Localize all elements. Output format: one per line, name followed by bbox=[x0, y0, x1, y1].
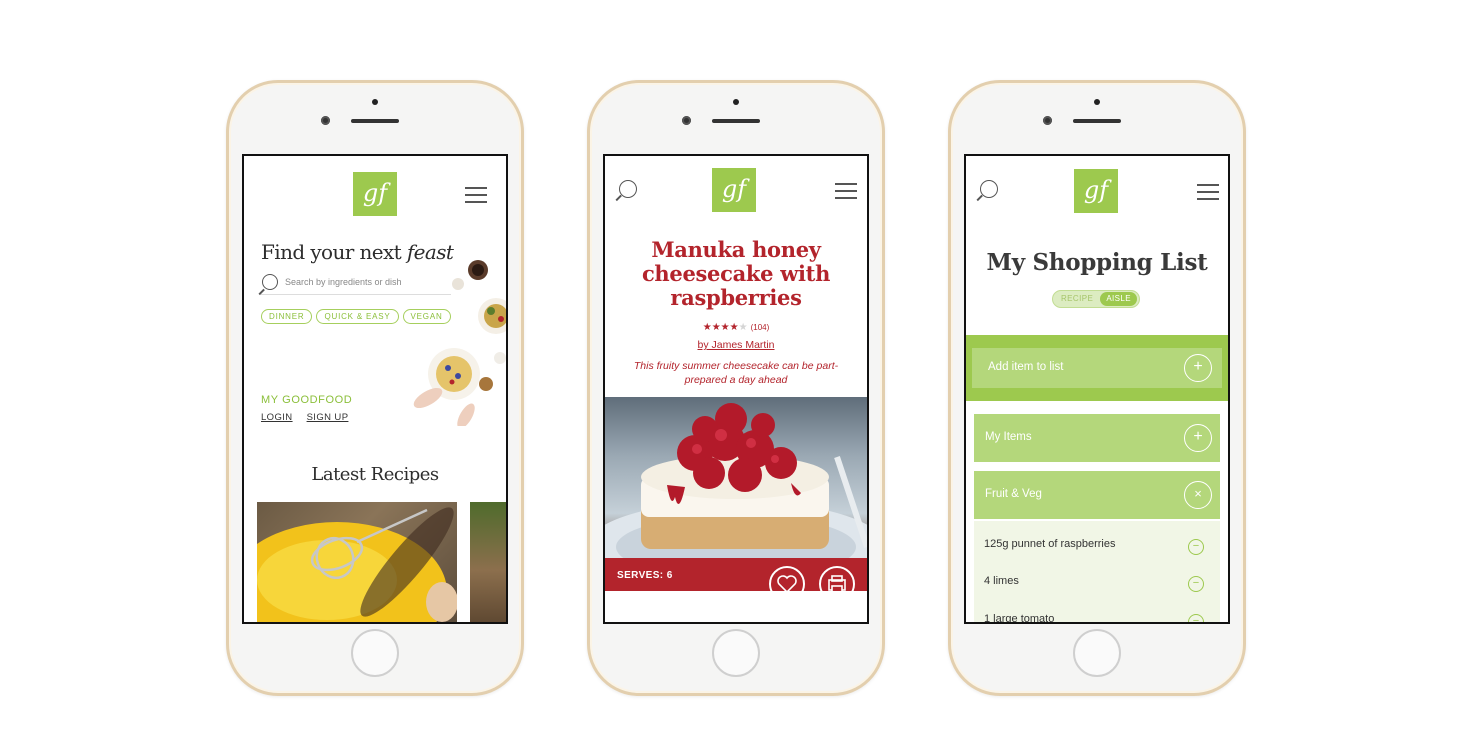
recipe-screen: gf Manuka honey cheesecake with raspberr… bbox=[603, 154, 869, 624]
shopping-list-screen: gf My Shopping List RECIPE AISLE Add ite… bbox=[964, 154, 1230, 624]
view-toggle[interactable]: RECIPE AISLE bbox=[1052, 290, 1140, 308]
hamburger-menu-icon[interactable] bbox=[465, 187, 487, 203]
hamburger-menu-icon[interactable] bbox=[1197, 184, 1219, 200]
remove-item-icon[interactable]: − bbox=[1188, 576, 1204, 592]
section-my-items[interactable]: My Items + bbox=[974, 414, 1220, 462]
search-icon[interactable] bbox=[619, 180, 637, 198]
toggle-recipe[interactable]: RECIPE bbox=[1061, 294, 1093, 303]
plus-icon[interactable]: + bbox=[1184, 424, 1212, 452]
recipe-description: This fruity summer cheesecake can be par… bbox=[633, 360, 839, 386]
tag-dinner[interactable]: DINNER bbox=[261, 309, 313, 324]
star-icon: ★ bbox=[711, 322, 721, 333]
search-icon[interactable] bbox=[980, 180, 998, 198]
recipe-rating: ★★★★★ (104) bbox=[605, 322, 867, 333]
tag-quick-easy[interactable]: QUICK & EASY bbox=[316, 309, 399, 324]
rating-count: (104) bbox=[750, 323, 770, 332]
fruit-veg-items bbox=[974, 521, 1220, 622]
remove-item-icon[interactable]: − bbox=[1188, 614, 1204, 622]
close-icon[interactable]: × bbox=[1184, 481, 1212, 509]
save-favourite-button[interactable] bbox=[769, 566, 805, 591]
serves-label: SERVES: 6 bbox=[617, 570, 673, 581]
front-camera bbox=[682, 116, 691, 125]
latest-recipes-heading: Latest Recipes bbox=[311, 464, 439, 485]
speaker-grille bbox=[351, 119, 399, 123]
section-my-items-label: My Items bbox=[985, 431, 1032, 443]
home-screen: gf Find your next feast Search by ingred… bbox=[242, 154, 508, 624]
food-table-image bbox=[413, 260, 506, 426]
star-icon: ★ bbox=[720, 322, 730, 333]
my-goodfood-heading: MY GOODFOOD bbox=[261, 394, 353, 406]
front-camera bbox=[321, 116, 330, 125]
list-item: 1 large tomato bbox=[984, 613, 1055, 624]
auth-links: LOGIN SIGN UP bbox=[261, 412, 362, 423]
front-camera bbox=[1043, 116, 1052, 125]
gf-logo[interactable]: gf bbox=[1074, 169, 1118, 213]
signup-link[interactable]: SIGN UP bbox=[307, 412, 349, 423]
speaker-grille bbox=[1073, 119, 1121, 123]
list-item: 125g punnet of raspberries bbox=[984, 538, 1116, 550]
recipe-title: Manuka honey cheesecake with raspberries bbox=[641, 237, 831, 310]
section-fruit-veg[interactable]: Fruit & Veg × bbox=[974, 471, 1220, 519]
author-link[interactable]: by James Martin bbox=[605, 339, 867, 351]
add-item-band: Add item to list + bbox=[966, 335, 1228, 401]
camera-dot bbox=[733, 99, 739, 105]
star-empty-icon: ★ bbox=[738, 322, 748, 333]
speaker-grille bbox=[712, 119, 760, 123]
shopping-list-title: My Shopping List bbox=[986, 249, 1208, 276]
printer-icon bbox=[828, 575, 846, 591]
hamburger-menu-icon[interactable] bbox=[835, 183, 857, 199]
plus-icon[interactable]: + bbox=[1184, 354, 1212, 382]
star-icon: ★ bbox=[702, 322, 712, 333]
gf-logo[interactable]: gf bbox=[712, 168, 756, 212]
search-icon bbox=[262, 274, 278, 290]
toggle-aisle[interactable]: AISLE bbox=[1100, 292, 1137, 306]
heart-icon bbox=[777, 575, 797, 591]
camera-dot bbox=[1094, 99, 1100, 105]
phone-home: gf Find your next feast Search by ingred… bbox=[226, 80, 524, 696]
search-placeholder: Search by ingredients or dish bbox=[285, 277, 402, 287]
phone-shopping-list: gf My Shopping List RECIPE AISLE Add ite… bbox=[948, 80, 1246, 696]
whisk-eggs-image bbox=[257, 507, 457, 622]
add-item-label: Add item to list bbox=[988, 361, 1064, 373]
recipe-thumbnail-whisk[interactable] bbox=[257, 502, 457, 622]
print-button[interactable] bbox=[819, 566, 855, 591]
home-button[interactable] bbox=[351, 629, 399, 677]
phone-recipe: gf Manuka honey cheesecake with raspberr… bbox=[587, 80, 885, 696]
add-item-row[interactable]: Add item to list + bbox=[972, 348, 1222, 388]
login-link[interactable]: LOGIN bbox=[261, 412, 293, 423]
home-button[interactable] bbox=[1073, 629, 1121, 677]
recipe-thumbnail-bread[interactable] bbox=[470, 502, 506, 622]
section-fruit-veg-label: Fruit & Veg bbox=[985, 488, 1042, 500]
home-button[interactable] bbox=[712, 629, 760, 677]
serves-bar: SERVES: 6 bbox=[605, 558, 867, 591]
camera-dot bbox=[372, 99, 378, 105]
list-item: 4 limes bbox=[984, 575, 1019, 587]
remove-item-icon[interactable]: − bbox=[1188, 539, 1204, 555]
gf-logo[interactable]: gf bbox=[353, 172, 397, 216]
star-icon: ★ bbox=[729, 322, 739, 333]
cheesecake-photo: SERVES: 6 bbox=[605, 397, 867, 591]
